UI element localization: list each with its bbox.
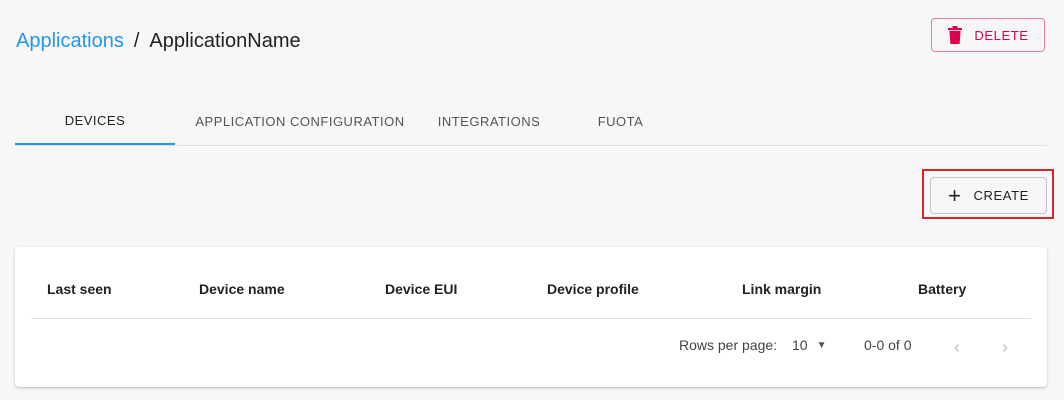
create-button[interactable]: + CREATE — [930, 177, 1047, 214]
page-title: ApplicationName — [149, 30, 301, 52]
delete-button-label: DELETE — [974, 27, 1029, 43]
caret-down-icon: ▼ — [816, 339, 827, 351]
tab-label: INTEGRATIONS — [437, 113, 541, 129]
column-header-device-eui[interactable]: Device EUI — [385, 281, 457, 297]
tab-label: APPLICATION CONFIGURATION — [195, 113, 405, 129]
tab-bar: DEVICES APPLICATION CONFIGURATION INTEGR… — [15, 98, 1047, 146]
next-page-button[interactable]: › — [993, 335, 1017, 359]
pagination-range: 0-0 of 0 — [864, 337, 912, 353]
breadcrumb-applications-link[interactable]: Applications — [16, 30, 124, 53]
create-button-label: CREATE — [973, 188, 1029, 203]
trash-icon — [948, 26, 963, 44]
previous-page-button[interactable]: ‹ — [945, 335, 969, 359]
tab-integrations[interactable]: INTEGRATIONS — [425, 98, 553, 144]
breadcrumb: Applications / ApplicationName — [16, 30, 301, 53]
column-header-device-name[interactable]: Device name — [199, 281, 285, 297]
table-pagination: Rows per page: 10 ▼ 0-0 of 0 ‹ › — [15, 337, 1047, 357]
column-header-device-profile[interactable]: Device profile — [547, 281, 639, 297]
delete-button[interactable]: DELETE — [931, 18, 1045, 52]
tab-label: DEVICES — [64, 113, 126, 128]
tab-label: FUOTA — [597, 113, 644, 129]
chevron-right-icon: › — [1002, 336, 1008, 357]
column-header-battery[interactable]: Battery — [918, 281, 966, 297]
rows-per-page-label: Rows per page: — [679, 337, 778, 353]
rows-per-page-value: 10 — [792, 337, 808, 353]
column-header-last-seen[interactable]: Last seen — [47, 281, 112, 297]
column-header-link-margin[interactable]: Link margin — [742, 281, 821, 297]
plus-icon: + — [948, 182, 962, 208]
rows-per-page-select[interactable]: 10 ▼ — [792, 337, 826, 353]
tab-application-configuration[interactable]: APPLICATION CONFIGURATION — [175, 98, 425, 144]
chevron-left-icon: ‹ — [954, 336, 960, 357]
table-header: Last seen Device name Device EUI Device … — [31, 247, 1031, 319]
tab-fuota[interactable]: FUOTA — [553, 98, 688, 144]
breadcrumb-separator: / — [133, 30, 140, 52]
devices-table-card: Last seen Device name Device EUI Device … — [15, 247, 1047, 387]
tab-devices[interactable]: DEVICES — [15, 98, 175, 145]
